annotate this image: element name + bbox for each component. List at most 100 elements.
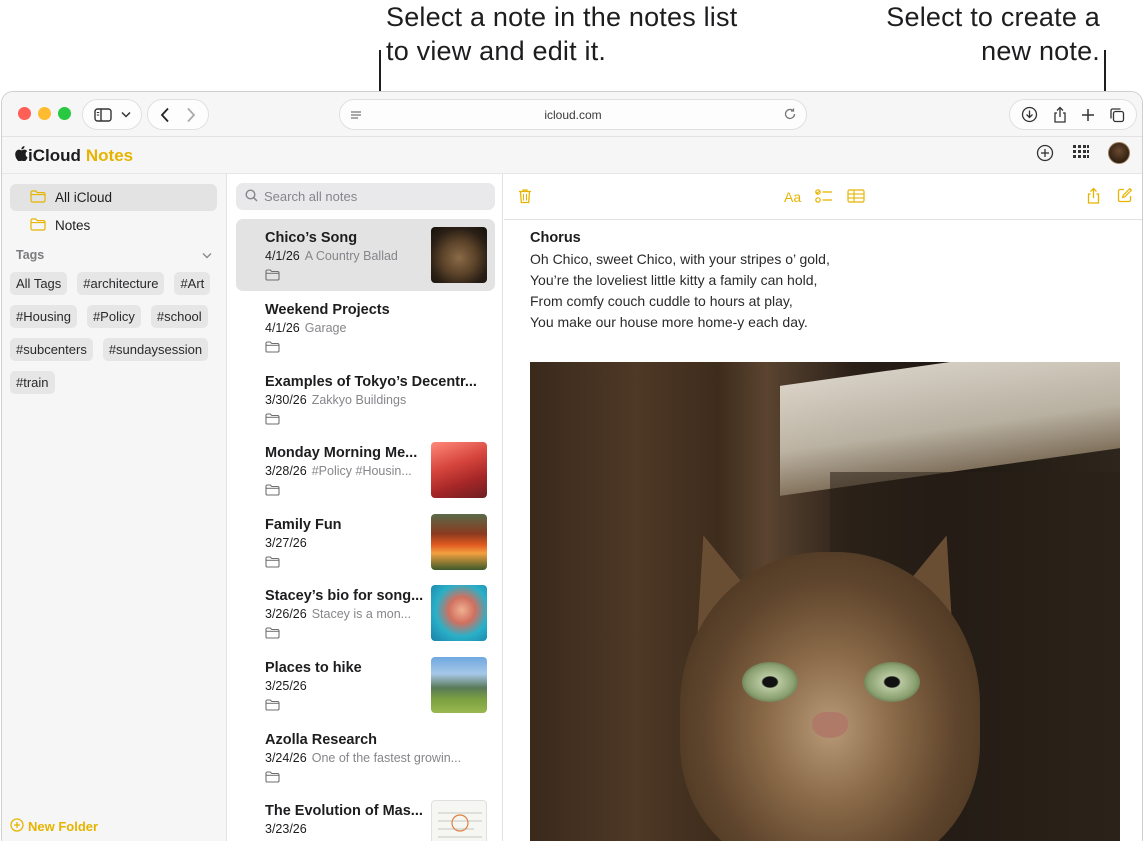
tag-chip[interactable]: #sundaysession [102, 338, 209, 361]
folder-all-icloud[interactable]: All iCloud [10, 184, 217, 211]
compose-new-note-icon[interactable] [1117, 187, 1133, 203]
app-launcher-icon[interactable] [1072, 144, 1090, 162]
table-icon[interactable] [847, 189, 865, 203]
note-meta: 3/26/26 Stacey is a mon... [265, 607, 425, 621]
note-title: Chico’s Song [265, 230, 358, 246]
trash-icon[interactable] [518, 188, 532, 204]
minimize-window-button[interactable] [38, 107, 51, 120]
callout-new-note: Select to create a new note. [886, 2, 1100, 66]
note-title: Azolla Research [265, 732, 378, 748]
note-body[interactable]: Chorus Oh Chico, sweet Chico, with your … [530, 228, 1130, 333]
note-line: From comfy couch cuddle to hours at play… [530, 293, 793, 309]
folder-notes[interactable]: Notes [10, 212, 217, 239]
note-item-family-fun[interactable]: Family Fun 3/27/26 [236, 506, 495, 578]
callout-notes-list: Select a note in the notes list to view … [386, 2, 738, 66]
note-line: Oh Chico, sweet Chico, with your stripes… [530, 251, 830, 267]
note-meta: 3/30/26 Zakkyo Buildings [265, 393, 480, 407]
folder-icon [265, 483, 280, 501]
note-item-stacey-bio[interactable]: Stacey’s bio for song... 3/26/26 Stacey i… [236, 577, 495, 649]
note-title: Examples of Tokyo’s Decentr... [265, 374, 477, 390]
note-title: Monday Morning Me... [265, 445, 418, 461]
reload-icon[interactable] [783, 107, 797, 126]
note-preview: Garage [304, 321, 347, 335]
back-icon[interactable] [160, 107, 170, 123]
note-thumbnail-document [431, 800, 487, 841]
tag-chip[interactable]: #architecture [77, 272, 165, 295]
folder-icon [265, 555, 280, 573]
note-meta: 3/27/26 [265, 536, 425, 550]
folder-icon [265, 340, 280, 358]
tags-header-label: Tags [16, 248, 45, 262]
note-title: Places to hike [265, 660, 362, 676]
icloud-notes-logo[interactable]: iCloud Notes [15, 146, 133, 166]
note-item-tokyo[interactable]: Examples of Tokyo’s Decentr... 3/30/26 Za… [236, 363, 495, 435]
tags-section-header[interactable]: Tags [16, 248, 212, 262]
note-meta: 3/25/26 [265, 679, 425, 693]
note-thumbnail-cat [431, 227, 487, 283]
add-circle-icon[interactable] [1036, 144, 1054, 162]
note-item-places-to-hike[interactable]: Places to hike 3/25/26 [236, 649, 495, 721]
note-item-chicos-song[interactable]: Chico’s Song 4/1/26 A Country Ballad [236, 219, 495, 291]
tag-chip[interactable]: All Tags [10, 272, 68, 295]
tab-overview-icon[interactable] [1109, 107, 1125, 123]
note-date: 3/25/26 [265, 679, 307, 693]
zoom-window-button[interactable] [58, 107, 71, 120]
forward-icon[interactable] [186, 107, 196, 123]
note-item-azolla-research[interactable]: Azolla Research 3/24/26 One of the fastes… [236, 721, 495, 793]
checklist-icon[interactable] [815, 188, 833, 204]
search-icon [245, 188, 258, 205]
tag-chip[interactable]: #train [10, 371, 55, 394]
folder-icon [265, 268, 280, 286]
note-meta: 4/1/26 Garage [265, 321, 480, 335]
folder-label: Notes [55, 218, 91, 233]
note-title: Stacey’s bio for song... [265, 588, 424, 604]
folder-icon [30, 189, 46, 206]
note-date: 4/1/26 [265, 321, 300, 335]
share-icon[interactable] [1052, 106, 1068, 124]
new-folder-button[interactable]: New Folder [10, 818, 98, 835]
cat-head [680, 552, 980, 841]
note-title: The Evolution of Mas... [265, 803, 423, 819]
format-text-button[interactable]: Aa [784, 189, 801, 205]
account-avatar[interactable] [1108, 142, 1130, 164]
close-window-button[interactable] [18, 107, 31, 120]
note-item-evolution[interactable]: The Evolution of Mas... 3/23/26 [236, 792, 495, 841]
notes-list: Search all notes Chico’s Song 4/1/26 A Co… [228, 174, 503, 841]
tag-chip[interactable]: #Policy [86, 305, 141, 328]
note-meta: 3/24/26 One of the fastest growin... [265, 751, 480, 765]
share-icon[interactable] [1086, 187, 1101, 205]
note-date: 3/30/26 [265, 393, 307, 407]
search-notes-input[interactable]: Search all notes [236, 183, 495, 210]
note-item-monday-morning[interactable]: Monday Morning Me... 3/28/26 #Policy #Hou… [236, 434, 495, 506]
note-thumbnail-mountains [431, 657, 487, 713]
note-editor: Aa Chorus Oh Chico, sweet Chico, with yo… [504, 174, 1142, 841]
note-photo-cat[interactable] [530, 362, 1120, 841]
chevron-down-icon[interactable] [202, 248, 212, 262]
note-preview: Stacey is a mon... [311, 607, 412, 621]
browser-titlebar: icloud.com [2, 92, 1142, 137]
note-preview: Zakkyo Buildings [311, 393, 407, 407]
note-thumbnail-portrait [431, 585, 487, 641]
note-date: 4/1/26 [265, 249, 300, 263]
new-tab-icon[interactable] [1081, 108, 1095, 122]
tag-list: All Tags #architecture #Art #Housing #Po… [10, 272, 220, 394]
download-icon[interactable] [1021, 106, 1038, 123]
note-title: Family Fun [265, 517, 342, 533]
sidebar-icon[interactable] [93, 107, 112, 122]
note-line: You’re the loveliest little kitty a fami… [530, 272, 818, 288]
tag-chip[interactable]: #subcenters [10, 338, 93, 361]
tag-chip[interactable]: #school [150, 305, 208, 328]
browser-actions-group [1009, 99, 1137, 130]
app-header: iCloud Notes [2, 137, 1142, 174]
note-line: You make our house more home-y each day. [530, 314, 808, 330]
note-meta: 3/28/26 #Policy #Housin... [265, 464, 425, 478]
note-item-weekend-projects[interactable]: Weekend Projects 4/1/26 Garage [236, 291, 495, 363]
tag-chip[interactable]: #Housing [10, 305, 77, 328]
tag-chip[interactable]: #Art [174, 272, 211, 295]
chevron-down-icon[interactable] [120, 111, 131, 118]
new-folder-label: New Folder [28, 819, 99, 834]
address-bar[interactable]: icloud.com [339, 99, 807, 130]
note-date: 3/27/26 [265, 536, 307, 550]
folder-icon [265, 626, 280, 644]
add-circle-icon [10, 818, 24, 835]
